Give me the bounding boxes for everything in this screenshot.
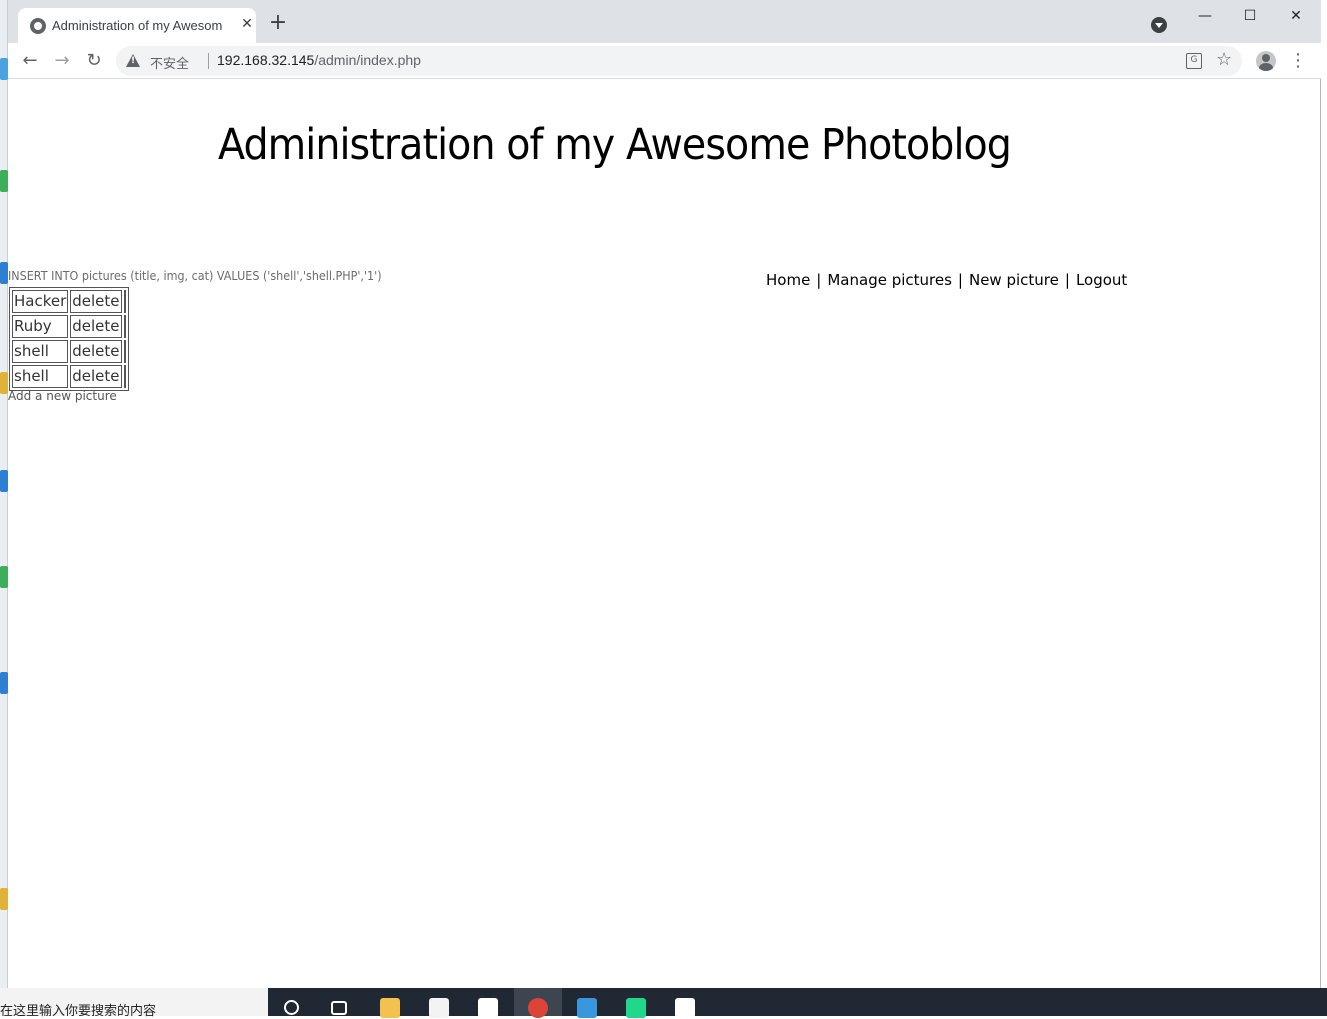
picture-title: shell <box>12 365 69 388</box>
table-row: shell delete <box>12 365 126 388</box>
desktop-background <box>0 0 8 988</box>
url-path: /admin/index.php <box>314 52 421 68</box>
table-row: Hacker delete <box>12 290 126 313</box>
empty-cell <box>123 315 126 338</box>
search-placeholder: 在这里输入你要搜索的内容 <box>0 1004 157 1019</box>
nav-separator: | <box>957 271 963 289</box>
delete-link[interactable]: delete <box>70 290 122 313</box>
browser-toolbar: ← → ↻ 不安全 192.168.32.145/admin/index.php… <box>8 43 1321 79</box>
more-menu-icon[interactable]: ⋮ <box>1288 49 1308 73</box>
picture-title: Ruby <box>12 315 69 338</box>
nav-link-manage-pictures[interactable]: Manage pictures <box>827 271 952 289</box>
desktop-app-icon[interactable] <box>0 888 8 910</box>
pycharm-icon[interactable] <box>626 998 646 1018</box>
picture-title: Hacker <box>12 290 69 313</box>
delete-link[interactable]: delete <box>70 365 122 388</box>
store-icon[interactable] <box>429 998 449 1018</box>
task-view-icon[interactable] <box>331 1001 347 1015</box>
profile-avatar-icon[interactable] <box>1256 51 1276 71</box>
tab-active[interactable]: Administration of my Awesom ✕ <box>18 8 256 43</box>
burp-suite-icon[interactable] <box>675 998 695 1018</box>
empty-cell <box>123 365 126 388</box>
picture-title: shell <box>12 340 69 363</box>
minimize-button[interactable]: — <box>1190 4 1220 28</box>
translate-icon[interactable]: G <box>1186 53 1202 69</box>
url-text[interactable]: 192.168.32.145/admin/index.php <box>217 52 421 68</box>
browser-window: Administration of my Awesom ✕ + — ☐ ✕ ← … <box>8 0 1321 988</box>
reload-button[interactable]: ↻ <box>82 49 106 73</box>
divider <box>208 53 209 69</box>
new-tab-button[interactable]: + <box>266 12 290 36</box>
chrome-icon[interactable] <box>528 998 548 1018</box>
table-row: shell delete <box>12 340 126 363</box>
file-explorer-icon[interactable] <box>380 998 400 1018</box>
pictures-table: Hacker delete Ruby delete shell delete s… <box>9 287 129 391</box>
top-navigation: Home | Manage pictures | New picture | Logout <box>766 271 1127 289</box>
address-bar[interactable]: 不安全 192.168.32.145/admin/index.php G ☆ <box>116 46 1242 76</box>
forward-button[interactable]: → <box>50 49 74 73</box>
tab-title: Administration of my Awesom <box>52 18 223 33</box>
nav-separator: | <box>816 271 822 289</box>
taskbar-search-box[interactable]: 在这里输入你要搜索的内容 <box>0 988 268 1019</box>
desktop-app-icon[interactable] <box>0 170 8 192</box>
empty-cell <box>123 340 126 363</box>
cortana-icon[interactable] <box>284 1000 299 1015</box>
desktop-app-icon[interactable] <box>0 566 8 588</box>
sql-debug-output: INSERT INTO pictures (title, img, cat) V… <box>8 269 382 283</box>
add-picture-link[interactable]: Add a new picture <box>8 389 117 403</box>
mail-icon[interactable] <box>478 998 498 1018</box>
desktop-app-icon[interactable] <box>0 470 8 492</box>
nav-link-new-picture[interactable]: New picture <box>969 271 1059 289</box>
desktop-app-icon[interactable] <box>0 58 8 80</box>
warning-icon[interactable] <box>126 54 140 67</box>
url-host: 192.168.32.145 <box>217 52 315 68</box>
close-window-button[interactable]: ✕ <box>1281 4 1311 28</box>
delete-link[interactable]: delete <box>70 315 122 338</box>
page-viewport: Administration of my Awesome Photoblog I… <box>8 80 1320 988</box>
security-status-label[interactable]: 不安全 <box>150 53 189 72</box>
vmware-icon[interactable] <box>577 998 597 1018</box>
nav-link-home[interactable]: Home <box>766 271 810 289</box>
desktop-app-icon[interactable] <box>0 372 8 394</box>
globe-icon <box>30 18 46 34</box>
taskbar: 在这里输入你要搜索的内容 <box>0 988 1327 1019</box>
desktop-app-icon[interactable] <box>0 672 8 694</box>
chevron-down-icon[interactable] <box>1151 17 1167 33</box>
nav-separator: | <box>1064 271 1070 289</box>
tab-strip: Administration of my Awesom ✕ + — ☐ ✕ <box>8 0 1321 43</box>
page-title: Administration of my Awesome Photoblog <box>218 120 1012 170</box>
desktop-app-icon[interactable] <box>0 262 8 284</box>
close-tab-icon[interactable]: ✕ <box>238 15 256 33</box>
delete-link[interactable]: delete <box>70 340 122 363</box>
empty-cell <box>123 290 126 313</box>
table-row: Ruby delete <box>12 315 126 338</box>
back-button[interactable]: ← <box>18 49 42 73</box>
bookmark-star-icon[interactable]: ☆ <box>1216 49 1232 70</box>
maximize-button[interactable]: ☐ <box>1235 4 1265 28</box>
nav-link-logout[interactable]: Logout <box>1076 271 1127 289</box>
